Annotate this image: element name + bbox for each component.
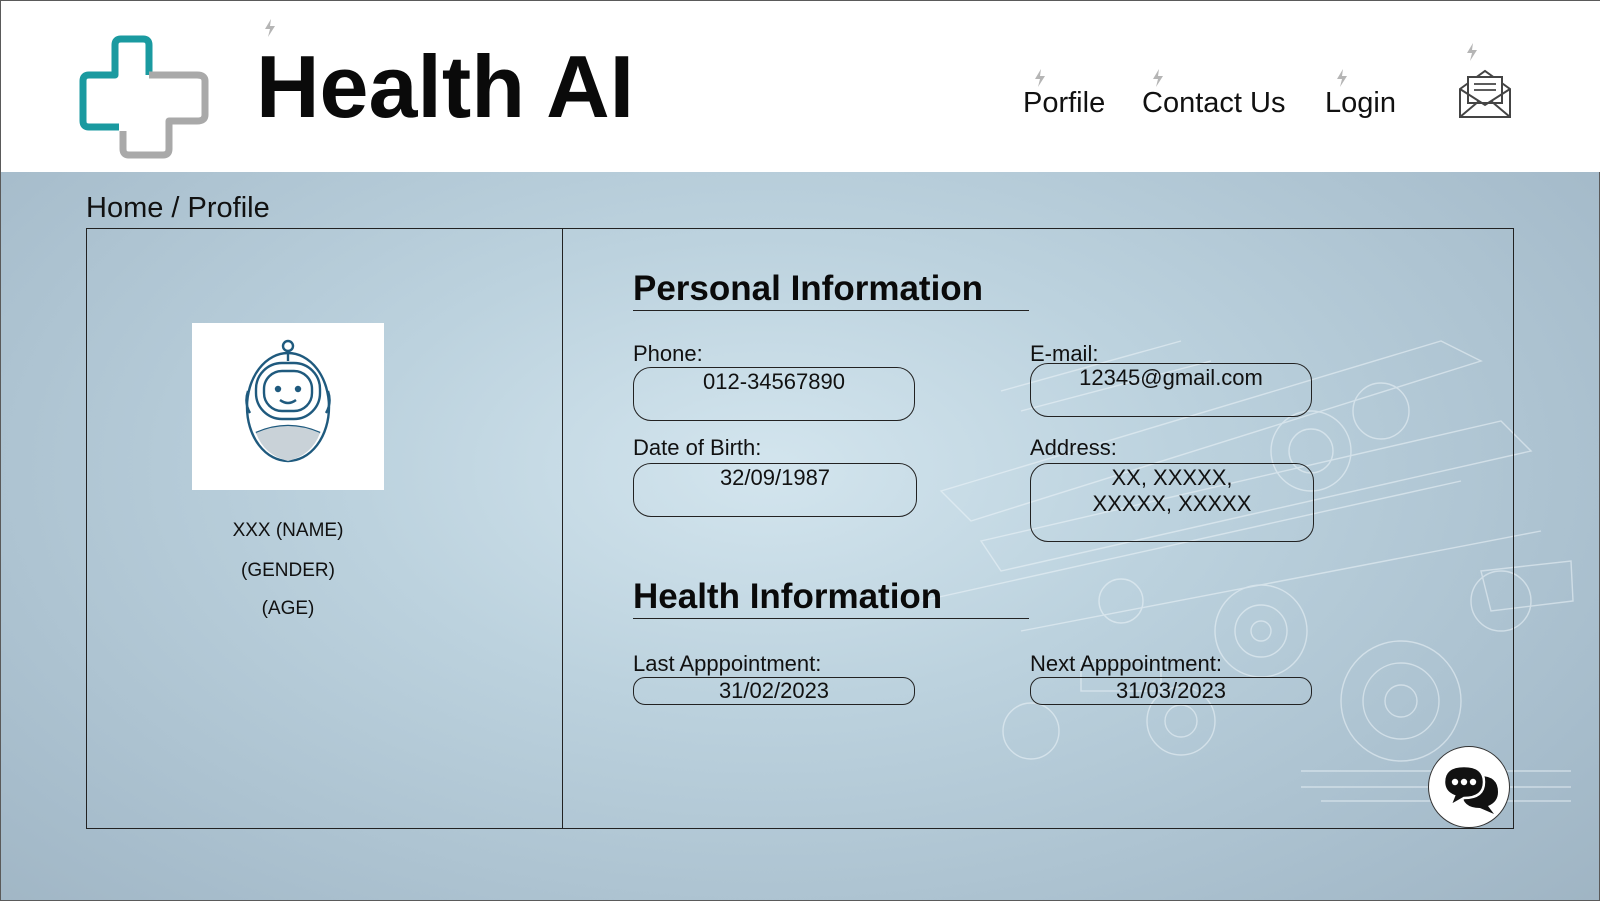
profile-age: (AGE) xyxy=(261,598,315,619)
health-info-title: Health Information xyxy=(633,579,1029,619)
address-line-1: XX, XXXXX, xyxy=(1111,465,1233,490)
flash-icon xyxy=(1467,43,1477,61)
last-appointment-label: Last Apppointment: xyxy=(633,651,822,676)
breadcrumb[interactable]: Home / Profile xyxy=(86,192,270,225)
personal-info-title: Personal Information xyxy=(633,271,1029,311)
chat-button[interactable] xyxy=(1428,746,1510,828)
flash-icon xyxy=(1337,69,1347,87)
flash-icon xyxy=(1035,69,1045,87)
email-field[interactable]: 12345@gmail.com xyxy=(1030,363,1312,417)
medical-cross-logo-icon[interactable] xyxy=(79,35,211,161)
mail-envelope-icon[interactable] xyxy=(1456,67,1514,119)
panel-divider xyxy=(562,228,563,829)
nav-contact-link[interactable]: Contact Us xyxy=(1142,89,1285,118)
profile-name: XXX (NAME) xyxy=(232,520,344,541)
chat-bubbles-icon xyxy=(1442,764,1498,814)
address-label: Address: xyxy=(1030,435,1117,460)
email-label: E-mail: xyxy=(1030,341,1099,366)
phone-field[interactable]: 012-34567890 xyxy=(633,367,915,421)
header-bar: Health AI Porfile Contact Us Login xyxy=(1,1,1600,172)
app-title: Health AI xyxy=(256,37,635,136)
nav-profile-link[interactable]: Porfile xyxy=(1023,89,1105,118)
flash-icon xyxy=(1153,69,1163,87)
flash-icon xyxy=(265,19,275,37)
phone-label: Phone: xyxy=(633,341,703,366)
address-field[interactable]: XX, XXXXX, XXXXX, XXXXX xyxy=(1030,463,1314,542)
robot-avatar-icon xyxy=(245,339,331,463)
next-appointment-label: Next Apppointment: xyxy=(1030,651,1223,676)
last-appointment-field[interactable]: 31/02/2023 xyxy=(633,677,915,705)
dob-label: Date of Birth: xyxy=(633,435,762,460)
next-appointment-field[interactable]: 31/03/2023 xyxy=(1030,677,1312,705)
dob-field[interactable]: 32/09/1987 xyxy=(633,463,917,517)
avatar xyxy=(192,323,384,490)
address-line-2: XXXXX, XXXXX xyxy=(1092,491,1252,516)
nav-login-link[interactable]: Login xyxy=(1325,89,1396,118)
profile-gender: (GENDER) xyxy=(241,560,335,581)
